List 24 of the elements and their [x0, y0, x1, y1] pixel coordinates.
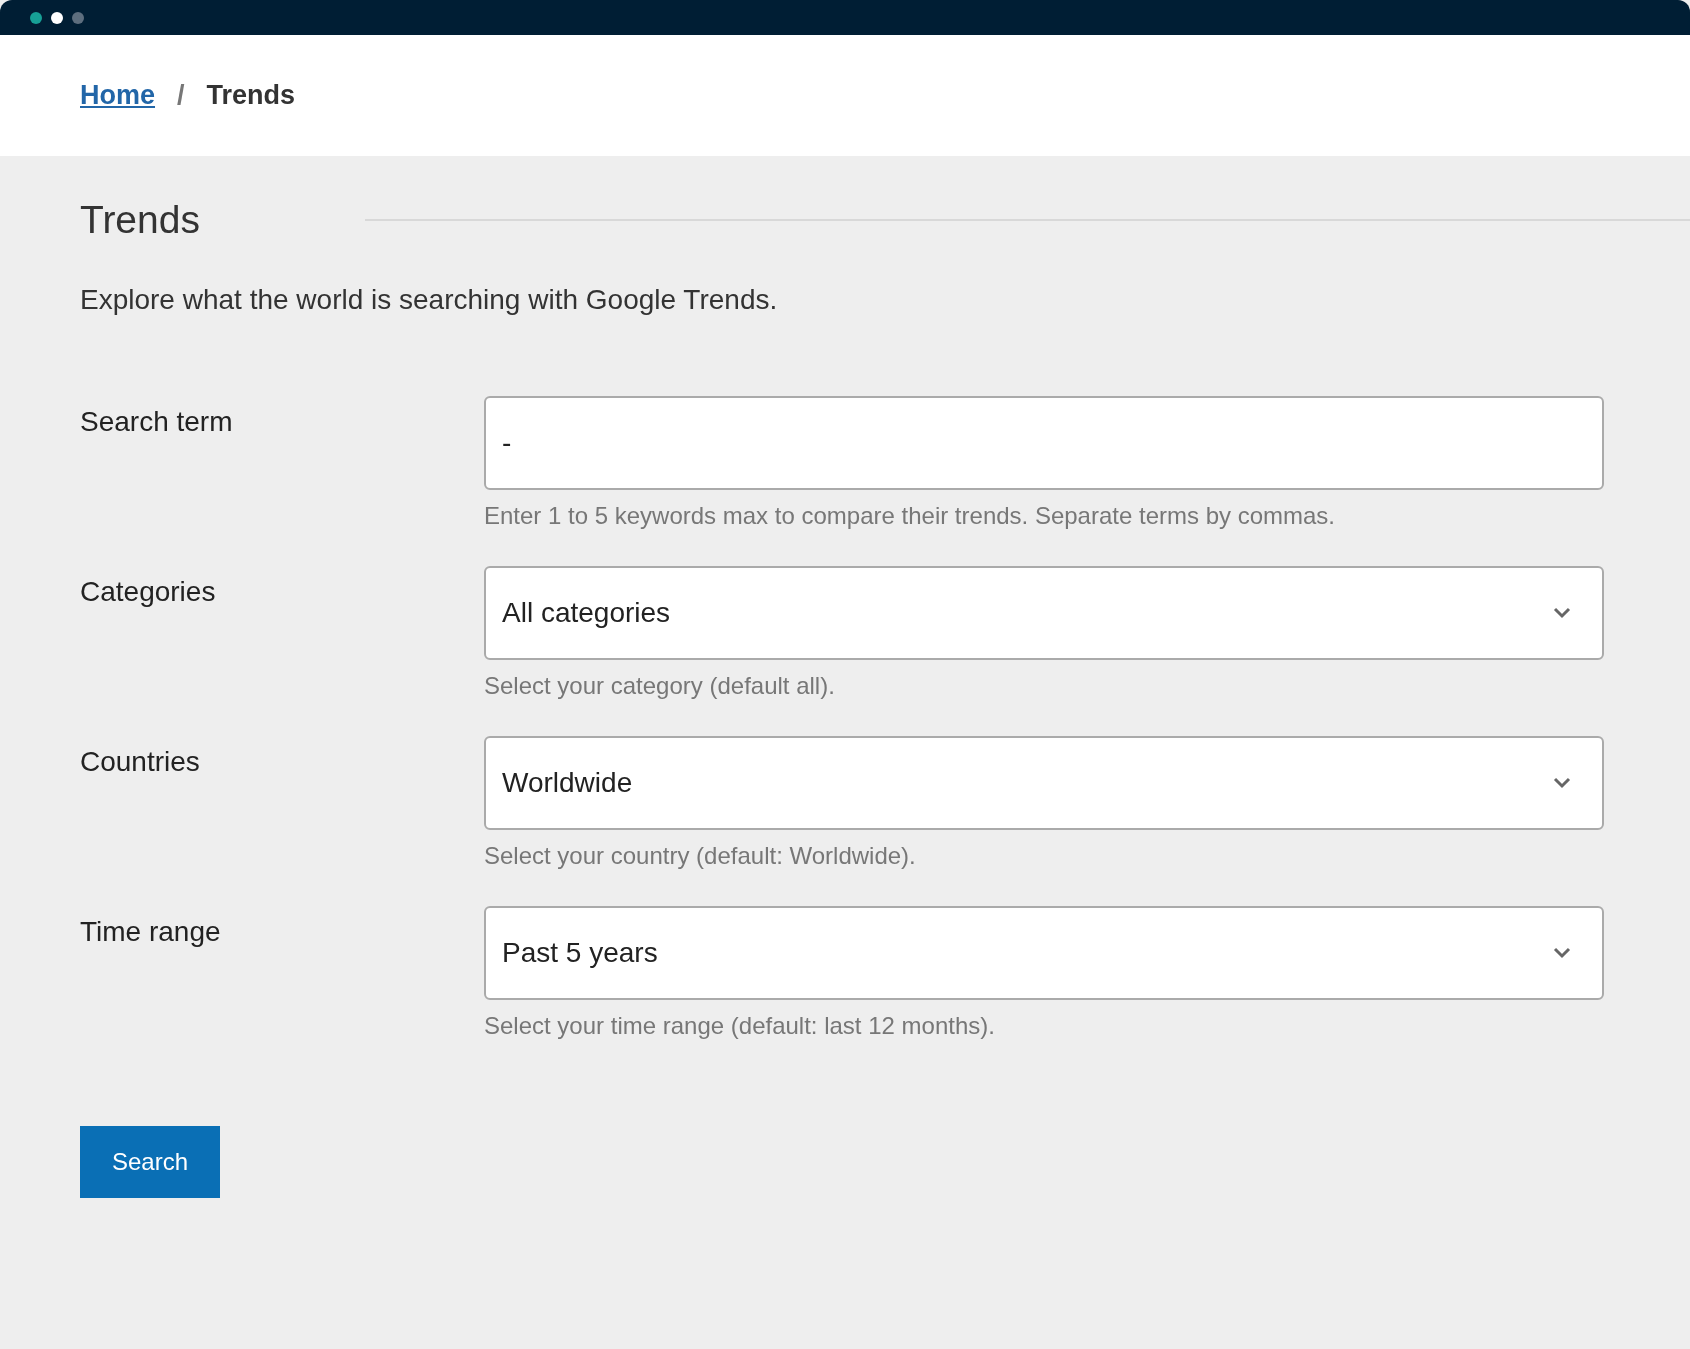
breadcrumb-separator: / — [177, 80, 185, 111]
dropdown-field[interactable]: Worldwide — [484, 736, 1604, 830]
field-label: Categories — [80, 575, 217, 609]
breadcrumb-current: Trends — [206, 80, 296, 111]
chevron-down-icon — [1552, 946, 1572, 960]
help-text: Select your time range (default: last 12 months). — [484, 1012, 996, 1040]
window-dot-icon — [30, 11, 42, 24]
chevron-down-icon — [1552, 606, 1572, 620]
help-text: Select your country (default: Worldwide). — [484, 842, 917, 870]
chevron-down-icon — [1552, 776, 1572, 790]
help-text: Enter 1 to 5 keywords max to compare their trends. Separate terms by commas. — [484, 502, 1336, 530]
search-term-field[interactable]: - — [484, 396, 1604, 490]
dropdown-field[interactable]: All categories — [484, 566, 1604, 660]
page-description: Explore what the world is searching with Google Trends. — [80, 284, 779, 316]
field-label: Time range — [80, 915, 222, 949]
dropdown-field[interactable]: Past 5 years — [484, 906, 1604, 1000]
window-dot-icon — [51, 11, 63, 24]
search-button[interactable]: Search — [80, 1126, 220, 1198]
help-text: Select your category (default all). — [484, 672, 836, 700]
window-dot-icon — [72, 11, 84, 24]
field-label: Search term — [80, 405, 234, 439]
page-title: Trends — [80, 198, 201, 242]
breadcrumb-link[interactable]: Home — [80, 80, 155, 111]
field-label: Countries — [80, 745, 201, 779]
